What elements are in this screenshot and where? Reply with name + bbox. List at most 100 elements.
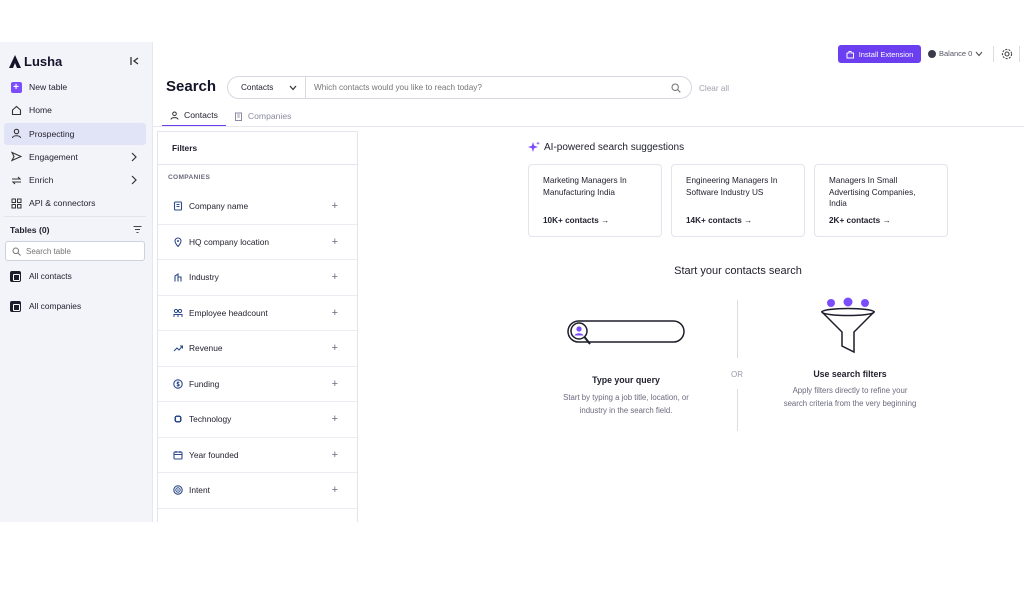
table-search-field[interactable]	[5, 241, 145, 261]
filter-label: HQ company location	[189, 236, 270, 247]
gear-icon[interactable]	[1001, 48, 1013, 60]
add-filter-icon[interactable]: +	[332, 342, 338, 354]
filter-hq-location[interactable]: HQ company location +	[158, 225, 357, 260]
search-input[interactable]	[314, 83, 654, 92]
dollar-icon	[172, 379, 183, 389]
add-filter-icon[interactable]: +	[332, 271, 338, 283]
chevron-down-icon	[289, 85, 297, 91]
search-icon[interactable]	[671, 83, 681, 93]
install-extension-button[interactable]: Install Extension	[838, 45, 921, 63]
sidebar: Lusha + New table Home Prospecting Engag…	[0, 42, 153, 522]
add-filter-icon[interactable]: +	[332, 484, 338, 496]
tables-header-label: Tables (0)	[10, 224, 50, 235]
ai-suggestions-label: AI-powered search suggestions	[544, 141, 685, 153]
filter-year-founded[interactable]: Year founded +	[158, 438, 357, 473]
add-filter-icon[interactable]: +	[332, 449, 338, 461]
suggestion-card[interactable]: Managers In Small Advertising Companies,…	[814, 164, 948, 237]
filter-technology[interactable]: Technology +	[158, 402, 357, 438]
sidebar-item-enrich[interactable]: Enrich	[4, 169, 146, 191]
chip-icon	[173, 415, 182, 424]
tab-contacts[interactable]: Contacts	[162, 105, 226, 127]
table-icon	[10, 270, 21, 282]
filter-label: Revenue	[189, 343, 223, 354]
search-filters-title: Use search filters	[813, 369, 887, 379]
brand-logo[interactable]: Lusha	[9, 54, 62, 69]
topbar-divider	[1019, 46, 1020, 62]
type-query-title: Type your query	[592, 375, 660, 385]
lusha-logo-icon	[9, 55, 21, 68]
building-icon	[234, 112, 242, 121]
suggestion-count: 10K+ contacts →	[543, 216, 610, 225]
type-query-desc: Start by typing a job title, location, o…	[563, 393, 689, 415]
target-icon	[172, 485, 183, 495]
filter-label: Funding	[189, 378, 220, 389]
filter-intent[interactable]: Intent +	[158, 473, 357, 509]
collapse-sidebar-icon[interactable]	[129, 55, 141, 67]
sidebar-item-label: Home	[29, 105, 52, 116]
chevron-right-icon	[131, 152, 137, 162]
app-window: Lusha + New table Home Prospecting Engag…	[0, 42, 1024, 522]
filter-funding[interactable]: Funding +	[158, 367, 357, 402]
building-icon	[173, 201, 182, 211]
filters-group-label: COMPANIES	[168, 173, 211, 181]
sidebar-item-home[interactable]: Home	[4, 99, 146, 121]
sidebar-item-prospecting[interactable]: Prospecting	[4, 122, 146, 145]
table-item-all-contacts[interactable]: All contacts	[10, 269, 72, 283]
search-bar[interactable]: Contacts	[227, 76, 692, 99]
plus-icon: +	[10, 81, 22, 93]
trend-up-icon	[173, 345, 183, 352]
search-bar-illustration	[567, 320, 685, 345]
filters-title: Filters	[158, 132, 357, 165]
table-item-all-companies[interactable]: All companies	[10, 299, 81, 313]
sidebar-item-api-connectors[interactable]: API & connectors	[4, 192, 146, 214]
filter-icon[interactable]	[133, 225, 142, 234]
sidebar-item-label: New table	[29, 82, 68, 92]
add-filter-icon[interactable]: +	[332, 378, 338, 390]
table-item-label: All companies	[29, 301, 82, 311]
balance-dropdown[interactable]: Balance 0	[928, 49, 983, 58]
page-title: Search	[166, 78, 217, 95]
add-filter-icon[interactable]: +	[332, 413, 338, 425]
filter-industry[interactable]: Industry +	[158, 260, 357, 296]
tab-label: Companies	[247, 111, 292, 121]
add-filter-icon[interactable]: +	[332, 307, 338, 319]
filter-label: Technology	[189, 414, 232, 425]
add-filter-icon[interactable]: +	[332, 200, 338, 212]
industry-icon	[173, 273, 182, 282]
suggestion-count: 14K+ contacts →	[686, 216, 753, 225]
sidebar-item-label: Engagement	[29, 151, 78, 162]
filters-panel: Filters COMPANIES Company name + HQ comp…	[157, 131, 358, 522]
suggestion-card[interactable]: Marketing Managers In Manufacturing Indi…	[528, 164, 662, 237]
tables-header: Tables (0)	[4, 216, 146, 242]
enrich-icon	[11, 176, 21, 185]
filter-label: Employee headcount	[189, 307, 268, 318]
person-icon	[11, 128, 21, 139]
tabs-divider	[153, 126, 1024, 127]
add-filter-icon[interactable]: +	[332, 236, 338, 248]
filter-revenue[interactable]: Revenue +	[158, 331, 357, 367]
table-icon	[10, 300, 21, 312]
or-label: OR	[731, 370, 743, 379]
ai-suggestions-title: AI-powered search suggestions	[528, 141, 684, 153]
sidebar-item-engagement[interactable]: Engagement	[4, 146, 146, 168]
funnel-illustration	[821, 297, 875, 354]
table-search-input[interactable]	[26, 246, 136, 256]
search-scope-label: Contacts	[241, 83, 274, 92]
filter-company-name[interactable]: Company name +	[158, 189, 357, 225]
filter-employee-headcount[interactable]: Employee headcount +	[158, 296, 357, 331]
sidebar-item-new-table[interactable]: + New table	[4, 76, 146, 98]
sidebar-item-label: API & connectors	[29, 198, 96, 209]
suggestion-card[interactable]: Engineering Managers In Software Industr…	[671, 164, 805, 237]
coin-icon	[928, 49, 936, 58]
chevron-down-icon	[975, 51, 983, 56]
grid-icon	[11, 198, 21, 209]
sidebar-nav: + New table Home Prospecting Engagement …	[4, 76, 146, 216]
people-icon	[173, 308, 182, 317]
clear-all-button[interactable]: Clear all	[699, 84, 729, 93]
topbar-divider	[993, 46, 994, 62]
sidebar-item-label: Enrich	[29, 175, 54, 186]
send-icon	[10, 151, 22, 162]
tab-companies[interactable]: Companies	[226, 105, 299, 127]
filter-label: Industry	[189, 272, 219, 283]
search-scope-select[interactable]: Contacts	[228, 77, 306, 98]
